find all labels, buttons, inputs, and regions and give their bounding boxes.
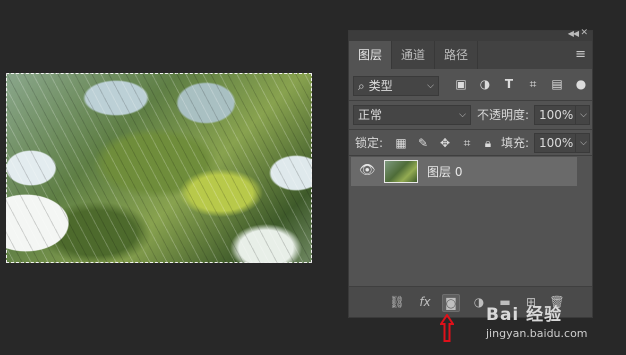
fill-input[interactable]: 100% (534, 133, 576, 153)
filter-kind-label: 类型 (368, 79, 393, 93)
adjustment-icon[interactable]: ◑ (471, 294, 487, 310)
adjustment-filter-icon[interactable]: ◑ (477, 76, 493, 92)
layers-panel: ◀◀ ✕ 图层 通道 路径 ≡ ⌕ 类型 ⌵ ▣ ◑ T ⌗ ▤ ● 正常 ⌵ … (348, 28, 593, 318)
blend-row: 正常 ⌵ 不透明度: 100% ⌵ (349, 105, 592, 129)
search-icon: ⌕ (358, 79, 365, 93)
smart-object-filter-icon[interactable]: ▤ (549, 76, 565, 92)
tab-layers[interactable]: 图层 (349, 41, 393, 69)
fx-icon[interactable]: fx (417, 294, 433, 310)
type-filter-icon[interactable]: T (501, 76, 517, 92)
layer-row[interactable]: 👁︎ 图层 0 (351, 157, 577, 186)
filter-row: ⌕ 类型 ⌵ ▣ ◑ T ⌗ ▤ ● (349, 76, 592, 100)
layer-name[interactable]: 图层 0 (427, 163, 462, 180)
fill-value: 100% (539, 136, 574, 150)
lock-row: 锁定: ▦ ✎ ✥ ⌗ 🔒︎ 填充: 100% ⌵ (349, 133, 592, 157)
fill-label: 填充: (501, 136, 530, 150)
red-arrow-annotation (440, 314, 454, 342)
chevron-down-icon: ⌵ (427, 81, 434, 91)
panel-tabs: 图层 通道 路径 ≡ (349, 41, 592, 69)
layer-thumbnail (384, 160, 418, 183)
tab-paths[interactable]: 路径 (435, 41, 479, 69)
opacity-dropdown[interactable]: ⌵ (575, 105, 590, 125)
watermark-url: jingyan.baidu.com (486, 327, 588, 340)
filter-kind-dropdown[interactable]: ⌕ 类型 ⌵ (353, 76, 439, 96)
chevron-down-icon: ⌵ (459, 110, 466, 120)
lock-artboard-icon[interactable]: ⌗ (459, 135, 475, 151)
close-icon[interactable]: ✕ (580, 28, 588, 38)
panel-titlebar: ◀◀ ✕ (349, 28, 592, 41)
eye-icon[interactable]: 👁︎ (359, 163, 376, 178)
chevron-down-icon: ⌵ (580, 138, 587, 148)
opacity-value: 100% (539, 108, 574, 122)
lock-label: 锁定: (355, 136, 384, 150)
layer-mask-icon[interactable]: ◙ (442, 294, 460, 312)
image-filter-icon[interactable]: ▣ (453, 76, 469, 92)
watermark-brand: Bai 经验 (486, 305, 563, 325)
baidu-watermark: Bai 经验 jingyan.baidu.com (486, 300, 588, 340)
tab-channels[interactable]: 通道 (392, 41, 436, 69)
canvas-image-selection[interactable] (6, 73, 312, 263)
opacity-input[interactable]: 100% (534, 105, 576, 125)
lock-position-icon[interactable]: ✥ (437, 135, 453, 151)
collapse-icon[interactable]: ◀◀ (568, 29, 579, 38)
filter-toggle-icon[interactable]: ● (573, 76, 589, 92)
chevron-down-icon: ⌵ (580, 110, 587, 120)
blend-mode-dropdown[interactable]: 正常 ⌵ (353, 105, 471, 125)
panel-menu-icon[interactable]: ≡ (575, 48, 586, 61)
link-icon[interactable]: ⛓ (389, 294, 405, 310)
lock-all-icon[interactable]: 🔒︎ (480, 135, 496, 151)
shape-filter-icon[interactable]: ⌗ (525, 76, 541, 92)
blend-mode-value: 正常 (358, 108, 383, 122)
fill-dropdown[interactable]: ⌵ (575, 133, 590, 153)
lock-transparent-pixels-icon[interactable]: ▦ (393, 135, 409, 151)
lock-image-pixels-icon[interactable]: ✎ (415, 135, 431, 151)
opacity-label: 不透明度: (477, 108, 530, 122)
